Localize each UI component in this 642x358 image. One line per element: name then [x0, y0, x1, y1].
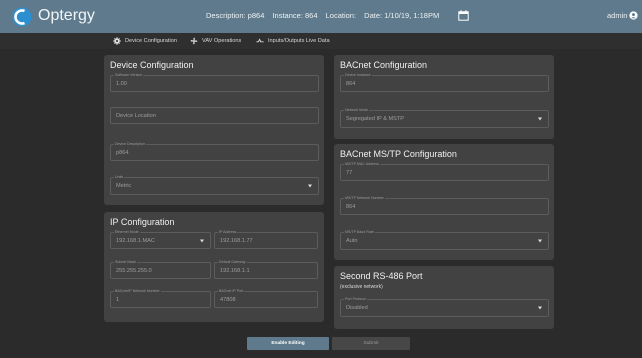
ip-address-field[interactable]: IP Address 192.168.1.77 — [214, 230, 318, 249]
tab-label: VAV Operations — [202, 38, 242, 44]
field-label: Units — [114, 175, 125, 179]
ip-configuration-card: IP Configuration Ethernet Mode 192.168.1… — [104, 212, 324, 322]
bacnet-mstp-configuration-card: BACnet MS/TP Configuration MS/TP MAC Add… — [334, 144, 554, 260]
date-text: Date: 1/10/19, 1:18PM — [364, 11, 440, 20]
device-info: Description: p864 Instance: 864 Location… — [206, 11, 445, 20]
device-location-field[interactable]: Device Location — [110, 107, 319, 124]
field-label: MS/TP MAC Address — [344, 162, 380, 166]
field-label: Port Protocol — [344, 297, 367, 301]
bacnet-configuration-card: BACnet Configuration Device Instance 864… — [334, 55, 554, 139]
inputs-outputs-icon — [256, 38, 264, 43]
bacnet-mstp-configuration-title: BACnet MS/TP Configuration — [340, 149, 457, 159]
field-value: 47808 — [220, 296, 236, 303]
subnet-mask-field[interactable]: Subnet Mask 255.255.255.0 — [110, 260, 211, 279]
chevron-down-icon — [538, 306, 542, 310]
software-version-field: Software Version 1.00 — [110, 73, 319, 92]
mstp-baud-rate-select[interactable]: MS/TP Baud Rate Auto — [340, 230, 549, 250]
field-label: Network Mode — [344, 108, 370, 112]
tab-vav-operations[interactable]: VAV Operations — [190, 33, 241, 49]
chevron-down-icon — [308, 184, 312, 188]
network-mode-select[interactable]: Network Mode Segregated IP & MSTP — [340, 108, 549, 128]
field-label: Ethernet Mode — [114, 230, 140, 234]
enable-editing-button[interactable]: Enable Editing — [247, 337, 329, 350]
chevron-down-icon — [538, 239, 542, 243]
field-value: 77 — [346, 169, 353, 176]
brand-name: Optergy — [38, 7, 95, 24]
field-value: Segregated IP & MSTP — [346, 116, 405, 122]
location-text: Location: — [325, 11, 357, 20]
field-value: 192.168.1.1 — [220, 267, 250, 274]
fan-icon — [190, 37, 198, 45]
field-value: 192.168.1.MAC — [116, 237, 155, 244]
field-value: p864 — [116, 149, 129, 156]
field-value: 1 — [116, 296, 120, 303]
tab-bar: Device Configuration VAV Operations Inpu… — [0, 33, 642, 49]
second-rs486-port-card: Second RS-486 Port (exclusive network) P… — [334, 266, 554, 329]
port-protocol-select[interactable]: Port Protocol Disabled — [340, 297, 549, 317]
field-label: MS/TP Baud Rate — [344, 230, 375, 234]
field-value: Auto — [346, 238, 358, 244]
field-value: 864 — [346, 80, 356, 87]
mstp-mac-address-field[interactable]: MS/TP MAC Address 77 — [340, 162, 549, 181]
tab-label: Device Configuration — [125, 38, 177, 44]
field-value: 864 — [346, 203, 356, 210]
device-description-field[interactable]: Device Description p864 — [110, 142, 319, 161]
field-value: Disabled — [346, 305, 368, 311]
default-gateway-field[interactable]: Default Gateway 192.168.1.1 — [214, 260, 318, 279]
tab-device-configuration[interactable]: Device Configuration — [113, 33, 177, 49]
field-label: BACnet/IP Network Number — [114, 289, 161, 293]
units-select[interactable]: Units Metric — [110, 175, 319, 195]
field-value: 192.168.1.77 — [220, 237, 253, 244]
bacnet-configuration-title: BACnet Configuration — [340, 60, 428, 70]
field-label: IP Address — [218, 230, 238, 234]
device-instance-field[interactable]: Device Instance 864 — [340, 73, 549, 92]
bacnet-ip-port-field[interactable]: BACnet IP Port 47808 — [214, 289, 318, 308]
tab-label: Inputs/Outputs Live Data — [268, 38, 330, 44]
top-bar: Optergy Description: p864 Instance: 864 … — [0, 0, 642, 33]
user-name[interactable]: admin — [607, 11, 627, 20]
field-label: Device Description — [114, 142, 146, 146]
field-label: Software Version — [114, 73, 144, 77]
description-text: Description: p864 — [206, 11, 265, 20]
calendar-icon[interactable] — [458, 10, 469, 21]
field-label: Device Instance — [344, 73, 372, 77]
bacnet-ip-network-number-field[interactable]: BACnet/IP Network Number 1 — [110, 289, 211, 308]
mstp-network-number-field[interactable]: MS/TP Network Number 864 — [340, 196, 549, 215]
field-label: Subnet Mask — [114, 260, 137, 264]
device-configuration-title: Device Configuration — [110, 60, 194, 70]
device-configuration-card: Device Configuration Software Version 1.… — [104, 55, 324, 205]
chevron-down-icon — [538, 117, 542, 121]
second-rs486-port-title: Second RS-486 Port — [340, 271, 423, 281]
field-value: Metric — [116, 183, 132, 189]
field-placeholder: Device Location — [116, 112, 156, 119]
submit-button[interactable]: Submit — [332, 337, 410, 350]
optergy-logo-icon — [12, 7, 32, 27]
field-value: 255.255.255.0 — [116, 267, 152, 274]
user-avatar-icon[interactable] — [629, 11, 638, 20]
tab-inputs-outputs-live-data[interactable]: Inputs/Outputs Live Data — [256, 33, 330, 49]
ip-configuration-title: IP Configuration — [110, 217, 175, 227]
field-value: 1.00 — [116, 80, 127, 87]
field-label: Default Gateway — [218, 260, 247, 264]
instance-text: Instance: 864 — [272, 11, 318, 20]
exclusive-network-subtitle: (exclusive network) — [340, 284, 383, 290]
gear-icon — [113, 37, 121, 45]
field-label: MS/TP Network Number — [344, 196, 385, 200]
ethernet-mode-select[interactable]: Ethernet Mode 192.168.1.MAC — [110, 230, 211, 249]
chevron-down-icon — [200, 239, 204, 242]
field-label: BACnet IP Port — [218, 289, 245, 293]
